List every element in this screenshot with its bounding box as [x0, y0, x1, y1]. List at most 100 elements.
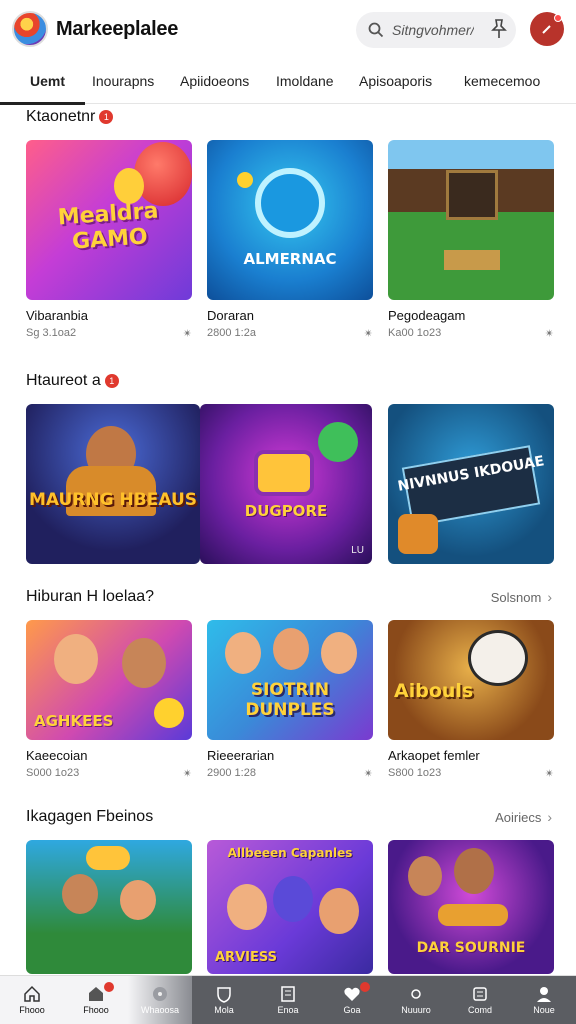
card-meta: S000 1o23 ✴: [26, 767, 192, 780]
game-card[interactable]: [26, 840, 192, 974]
game-card[interactable]: AGHKEES Kaeecoian S000 1o23 ✴: [26, 620, 192, 780]
nav-item-discover[interactable]: Whaoosa: [128, 976, 192, 1024]
tab-applications-2[interactable]: Apisoaporis: [359, 58, 432, 104]
card-meta: 2800 1:2a ✴: [207, 327, 373, 340]
card-meta-text: S000 1o23: [26, 767, 80, 779]
nav-badge: [359, 982, 370, 992]
thumbnail-title: DAR SOURNIE: [416, 940, 526, 956]
bottom-navigation: Fhooo Fhooo Whaoosa Mola Enoa Goa Nuuuro…: [0, 975, 576, 1024]
nav-item-favorites[interactable]: Goa: [320, 976, 384, 1024]
section-header-4: Ikagagen Fbeinos Aoiriecs ›: [26, 808, 552, 826]
search-input[interactable]: Sitngvohmer/: [392, 22, 474, 38]
pin-icon[interactable]: [488, 18, 510, 40]
see-all-label: Solsnom: [490, 589, 542, 605]
book-icon: [281, 986, 295, 1002]
tab-home[interactable]: Uemt: [0, 58, 86, 105]
chevron-right-icon: ›: [547, 589, 552, 605]
card-meta-text: Ka00 1o23: [388, 327, 442, 339]
card-title: Doraran: [207, 308, 254, 323]
nav-item-profile[interactable]: Noue: [512, 976, 576, 1024]
card-meta: S800 1o23 ✴: [388, 767, 554, 780]
nav-label: Nuuuro: [401, 1005, 431, 1015]
section-header-2: Htaureot a 1: [26, 372, 552, 390]
game-card[interactable]: MAURNG HBEAUS: [26, 404, 200, 564]
nav-item-shield[interactable]: Mola: [192, 976, 256, 1024]
section-badge: 1: [99, 110, 114, 124]
game-card[interactable]: Pegodeagam Ka00 1o23 ✴: [388, 140, 554, 340]
store-icon: [89, 987, 103, 1001]
app-logo[interactable]: [12, 11, 48, 47]
game-card[interactable]: DAR SOURNIE: [388, 840, 554, 974]
game-card[interactable]: SIOTRIN DUNPLES Rieeerarian 2900 1:28 ✴: [207, 620, 373, 780]
card-title: Vibaranbia: [26, 308, 88, 323]
game-thumbnail[interactable]: DUGPORE LU: [200, 404, 372, 564]
nav-label: Goa: [343, 1005, 361, 1015]
nav-item-store[interactable]: Fhooo: [64, 976, 128, 1024]
game-thumbnail[interactable]: Allbeeen Capanles ARVIESS: [207, 840, 373, 974]
category-tabs: Uemt Inourapns Apiidoeons Imoldane Apiso…: [0, 58, 576, 105]
game-thumbnail[interactable]: Mealdra GAMO: [26, 140, 192, 300]
rating-icon: ✴: [182, 328, 192, 340]
game-card[interactable]: Aibouls Arkaopet femler S800 1o23 ✴: [388, 620, 554, 780]
document-icon: [473, 987, 487, 1001]
nav-item-circle[interactable]: Nuuuro: [384, 976, 448, 1024]
nav-label: Fhooo: [19, 1005, 45, 1015]
user-avatar[interactable]: [530, 12, 564, 46]
circle-icon: [411, 989, 421, 999]
game-thumbnail[interactable]: [26, 840, 192, 974]
nav-item-book[interactable]: Enoa: [256, 976, 320, 1024]
thumbnail-title: AGHKEES: [34, 712, 114, 730]
tab-applications[interactable]: Apiidoeons: [180, 58, 249, 104]
nav-label: Fhooo: [83, 1005, 109, 1015]
rating-icon: ✴: [182, 768, 192, 780]
nav-label: Whaoosa: [140, 1005, 180, 1015]
card-meta: 2900 1:28 ✴: [207, 767, 373, 780]
game-thumbnail[interactable]: NIVNNUS IKDOUAE: [388, 404, 554, 564]
card-meta-text: 2900 1:28: [207, 767, 256, 779]
game-thumbnail[interactable]: ALMERNAC: [207, 140, 373, 300]
game-thumbnail[interactable]: Aibouls: [388, 620, 554, 740]
thumbnail-title: DUGPORE: [244, 502, 328, 520]
rating-icon: ✴: [363, 768, 373, 780]
game-thumbnail[interactable]: [388, 140, 554, 300]
game-thumbnail[interactable]: SIOTRIN DUNPLES: [207, 620, 373, 740]
section-title: Htaureot a: [26, 372, 101, 389]
game-card[interactable]: Allbeeen Capanles ARVIESS: [207, 840, 373, 974]
app-title: Markeeplalee: [56, 17, 179, 40]
thumbnail-title: ALMERNAC: [243, 250, 337, 268]
game-card[interactable]: DUGPORE LU: [200, 404, 372, 564]
game-thumbnail[interactable]: DAR SOURNIE: [388, 840, 554, 974]
card-title: Arkaopet femler: [388, 748, 480, 763]
game-thumbnail[interactable]: MAURNG HBEAUS: [26, 404, 200, 564]
rating-icon: ✴: [544, 328, 554, 340]
thumbnail-label: LU: [351, 545, 364, 556]
thumbnail-title: MAURNG HBEAUS: [28, 490, 198, 510]
nav-badge: [103, 982, 114, 992]
user-icon: [542, 25, 551, 34]
tab-programs[interactable]: Inourapns: [92, 58, 154, 104]
shield-icon: [217, 987, 231, 1003]
game-card[interactable]: Mealdra GAMO Vibaranbia Sg 3.1oa2 ✴: [26, 140, 192, 340]
tab-modules[interactable]: Imoldane: [276, 58, 334, 104]
tab-recommended[interactable]: kemecemoo: [464, 58, 540, 104]
section-header-1: Ktaonetnr 1 ›: [26, 108, 552, 126]
thumbnail-title: SIOTRIN DUNPLES: [245, 680, 335, 720]
game-thumbnail[interactable]: AGHKEES: [26, 620, 192, 740]
see-all-link[interactable]: Aoiriecs ›: [495, 809, 552, 825]
game-card[interactable]: NIVNNUS IKDOUAE: [388, 404, 554, 564]
thumbnail-title: Allbeeen Capanles: [227, 846, 353, 860]
search-icon: [368, 22, 384, 38]
game-card[interactable]: ALMERNAC Doraran 2800 1:2a ✴: [207, 140, 373, 340]
rating-icon: ✴: [544, 768, 554, 780]
thumbnail-subtitle: ARVIESS: [215, 950, 277, 965]
nav-item-home[interactable]: Fhooo: [0, 976, 64, 1024]
thumbnail-title: Mealdra GAMO: [57, 198, 160, 255]
nav-item-documents[interactable]: Comd: [448, 976, 512, 1024]
disc-icon: [153, 987, 167, 1001]
card-meta: Sg 3.1oa2 ✴: [26, 327, 192, 340]
notification-dot: [554, 14, 562, 22]
see-all-link[interactable]: Solsnom ›: [491, 589, 552, 605]
section-badge: 1: [104, 374, 119, 388]
thumbnail-title: Aibouls: [394, 680, 474, 702]
card-title: Rieeerarian: [207, 748, 275, 763]
